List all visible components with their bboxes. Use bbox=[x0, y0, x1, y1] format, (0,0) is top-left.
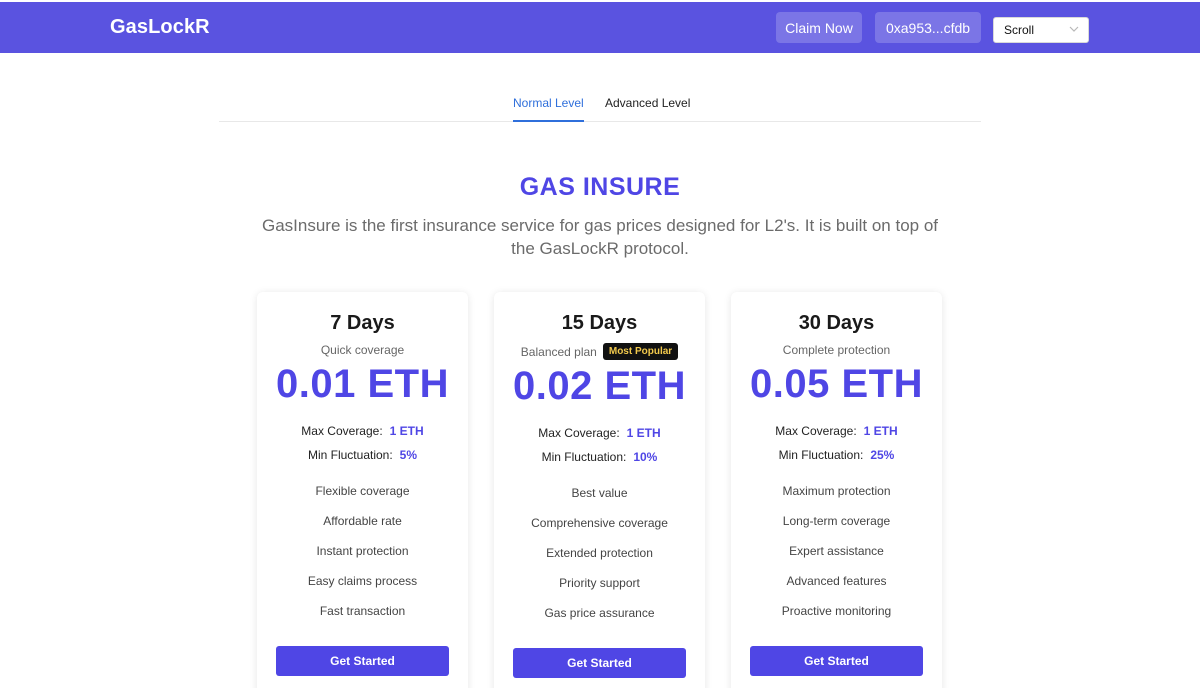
plan-subtitle: Quick coverage bbox=[320, 343, 405, 357]
plan-price: 0.01 ETH bbox=[276, 362, 449, 406]
max-coverage-row: Max Coverage: 1 ETH bbox=[257, 424, 468, 438]
network-select[interactable]: Scroll bbox=[993, 17, 1089, 43]
chevron-down-icon bbox=[1069, 26, 1079, 32]
plan-subtitle: Balanced plan bbox=[520, 344, 597, 359]
feature-item: Best value bbox=[571, 486, 628, 500]
plan-subtitle: Complete protection bbox=[782, 343, 891, 357]
page-description: GasInsure is the first insurance service… bbox=[261, 216, 938, 258]
most-popular-badge: Most Popular bbox=[602, 343, 679, 360]
tab-advanced-level[interactable]: Advanced Level bbox=[605, 96, 690, 122]
feature-item: Long-term coverage bbox=[782, 514, 891, 528]
claim-now-button[interactable]: Claim Now bbox=[776, 12, 862, 43]
feature-list: Flexible coverage Affordable rate Instan… bbox=[257, 484, 468, 634]
feature-item: Gas price assurance bbox=[544, 606, 655, 620]
plan-card-30-days: 30 Days Complete protection 0.05 ETH Max… bbox=[731, 292, 942, 688]
level-tabs: Normal Level Advanced Level bbox=[219, 88, 981, 122]
page-title: GAS INSURE bbox=[519, 173, 681, 201]
get-started-button[interactable]: Get Started bbox=[513, 648, 686, 678]
max-coverage-row: Max Coverage: 1 ETH bbox=[494, 426, 705, 440]
min-fluctuation-row: Min Fluctuation: 10% bbox=[494, 450, 705, 464]
min-fluctuation-label: Min Fluctuation: bbox=[778, 448, 864, 462]
feature-item: Priority support bbox=[559, 576, 640, 590]
feature-item: Comprehensive coverage bbox=[531, 516, 668, 530]
brand-logo-text[interactable]: GasLockR bbox=[110, 16, 210, 39]
tab-normal-level[interactable]: Normal Level bbox=[513, 96, 584, 122]
feature-item: Extended protection bbox=[546, 546, 653, 560]
feature-item: Expert assistance bbox=[789, 544, 884, 558]
feature-item: Flexible coverage bbox=[315, 484, 410, 498]
get-started-button[interactable]: Get Started bbox=[750, 646, 923, 676]
min-fluctuation-label: Min Fluctuation: bbox=[307, 448, 393, 462]
feature-item: Fast transaction bbox=[319, 604, 406, 618]
plan-card-7-days: 7 Days Quick coverage 0.01 ETH Max Cover… bbox=[257, 292, 468, 688]
network-select-value: Scroll bbox=[1004, 23, 1035, 37]
feature-item: Proactive monitoring bbox=[781, 604, 892, 618]
max-coverage-row: Max Coverage: 1 ETH bbox=[731, 424, 942, 438]
feature-item: Maximum protection bbox=[782, 484, 891, 498]
plan-duration: 15 Days bbox=[561, 312, 638, 334]
top-navbar: GasLockR Claim Now 0xa953...cfdb Scroll bbox=[0, 2, 1200, 53]
plan-subtitle-row: Complete protection bbox=[731, 343, 942, 357]
plan-subtitle-row: Balanced plan Most Popular bbox=[494, 343, 705, 360]
plan-card-15-days: 15 Days Balanced plan Most Popular 0.02 … bbox=[494, 292, 705, 688]
max-coverage-label: Max Coverage: bbox=[538, 426, 620, 440]
feature-item: Instant protection bbox=[316, 544, 409, 558]
feature-list: Maximum protection Long-term coverage Ex… bbox=[731, 484, 942, 634]
plan-price: 0.05 ETH bbox=[750, 362, 923, 406]
wallet-address-button[interactable]: 0xa953...cfdb bbox=[875, 12, 981, 43]
min-fluctuation-row: Min Fluctuation: 5% bbox=[257, 448, 468, 462]
max-coverage-value: 1 ETH bbox=[626, 426, 661, 440]
plan-subtitle-row: Quick coverage bbox=[257, 343, 468, 357]
plan-duration: 30 Days bbox=[798, 312, 875, 334]
feature-list: Best value Comprehensive coverage Extend… bbox=[494, 486, 705, 636]
plan-price: 0.02 ETH bbox=[513, 364, 686, 408]
min-fluctuation-value: 25% bbox=[870, 448, 895, 462]
feature-item: Advanced features bbox=[786, 574, 887, 588]
max-coverage-label: Max Coverage: bbox=[301, 424, 383, 438]
feature-item: Affordable rate bbox=[323, 514, 402, 528]
min-fluctuation-value: 5% bbox=[399, 448, 418, 462]
plan-duration: 7 Days bbox=[330, 312, 395, 334]
min-fluctuation-value: 10% bbox=[633, 450, 658, 464]
max-coverage-label: Max Coverage: bbox=[775, 424, 857, 438]
max-coverage-value: 1 ETH bbox=[863, 424, 898, 438]
get-started-button[interactable]: Get Started bbox=[276, 646, 449, 676]
feature-item: Easy claims process bbox=[307, 574, 418, 588]
min-fluctuation-row: Min Fluctuation: 25% bbox=[731, 448, 942, 462]
min-fluctuation-label: Min Fluctuation: bbox=[541, 450, 627, 464]
max-coverage-value: 1 ETH bbox=[389, 424, 424, 438]
